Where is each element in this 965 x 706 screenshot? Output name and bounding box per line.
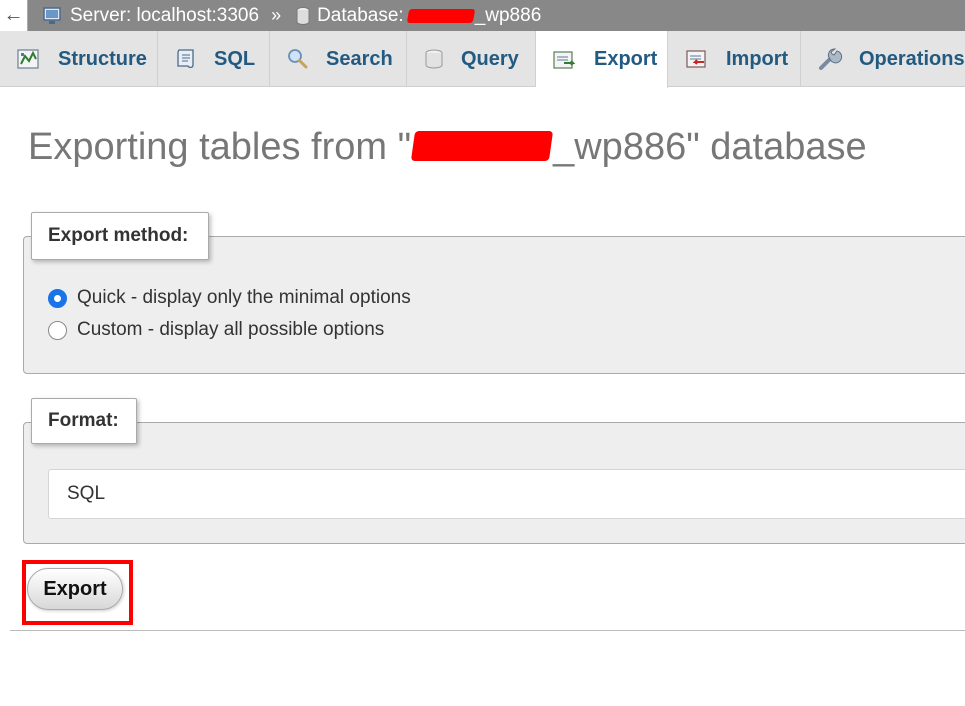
breadcrumb-database[interactable]: Database: _wp886 xyxy=(295,5,541,27)
radio-custom-label: Custom - display all possible options xyxy=(77,319,385,340)
page-title-prefix: Exporting tables from " xyxy=(28,126,412,168)
page-title-suffix: _wp886" database xyxy=(553,126,867,168)
redaction-mark xyxy=(411,131,554,161)
tab-operations-label: Operations xyxy=(859,47,965,70)
tab-search-label: Search xyxy=(326,47,393,70)
radio-quick-button[interactable] xyxy=(48,288,67,308)
tab-sql[interactable]: SQL xyxy=(158,31,270,87)
breadcrumb-server[interactable]: Server: localhost:3306 xyxy=(42,5,259,27)
tab-export[interactable]: Export xyxy=(536,31,668,88)
redaction-mark xyxy=(406,8,475,23)
export-button[interactable]: Export xyxy=(27,568,123,610)
breadcrumb-database-prefix: Database: xyxy=(317,4,404,26)
tab-structure[interactable]: Structure xyxy=(0,31,158,87)
server-icon xyxy=(43,6,61,24)
breadcrumb-database-suffix: _wp886 xyxy=(474,4,542,26)
breadcrumb-separator: » xyxy=(271,5,282,25)
divider xyxy=(10,630,965,631)
export-method-legend: Export method: xyxy=(31,212,209,260)
database-icon xyxy=(296,6,310,25)
query-icon xyxy=(425,49,443,69)
structure-icon xyxy=(17,49,39,69)
operations-icon xyxy=(819,48,843,70)
tab-query[interactable]: Query xyxy=(407,31,536,87)
tab-operations[interactable]: Operations xyxy=(801,31,965,87)
tab-structure-label: Structure xyxy=(58,47,147,70)
radio-custom[interactable]: Custom - display all possible options xyxy=(48,319,384,341)
sql-icon xyxy=(177,49,194,69)
import-icon xyxy=(686,50,706,68)
tab-search[interactable]: Search xyxy=(270,31,407,87)
tab-export-label: Export xyxy=(594,48,658,70)
tab-import-label: Import xyxy=(726,47,789,70)
back-arrow-icon[interactable]: ← xyxy=(0,0,28,31)
tab-query-label: Query xyxy=(461,47,519,70)
export-icon xyxy=(553,50,576,69)
page-title: Exporting tables from " _wp886" database xyxy=(28,126,867,169)
radio-custom-button[interactable] xyxy=(48,320,67,340)
format-select[interactable]: SQL xyxy=(48,469,965,519)
radio-quick-label: Quick - display only the minimal options xyxy=(77,287,411,308)
format-legend: Format: xyxy=(31,398,137,444)
tab-import[interactable]: Import xyxy=(668,31,801,87)
search-icon xyxy=(288,49,308,69)
breadcrumb-server-label: Server: localhost:3306 xyxy=(70,4,260,26)
tab-sql-label: SQL xyxy=(214,47,256,70)
tab-bar: Structure SQL Search Query Export Import… xyxy=(0,31,965,88)
breadcrumb: ← Server: localhost:3306 » Database: _wp… xyxy=(0,0,965,31)
radio-quick[interactable]: Quick - display only the minimal options xyxy=(48,287,411,309)
